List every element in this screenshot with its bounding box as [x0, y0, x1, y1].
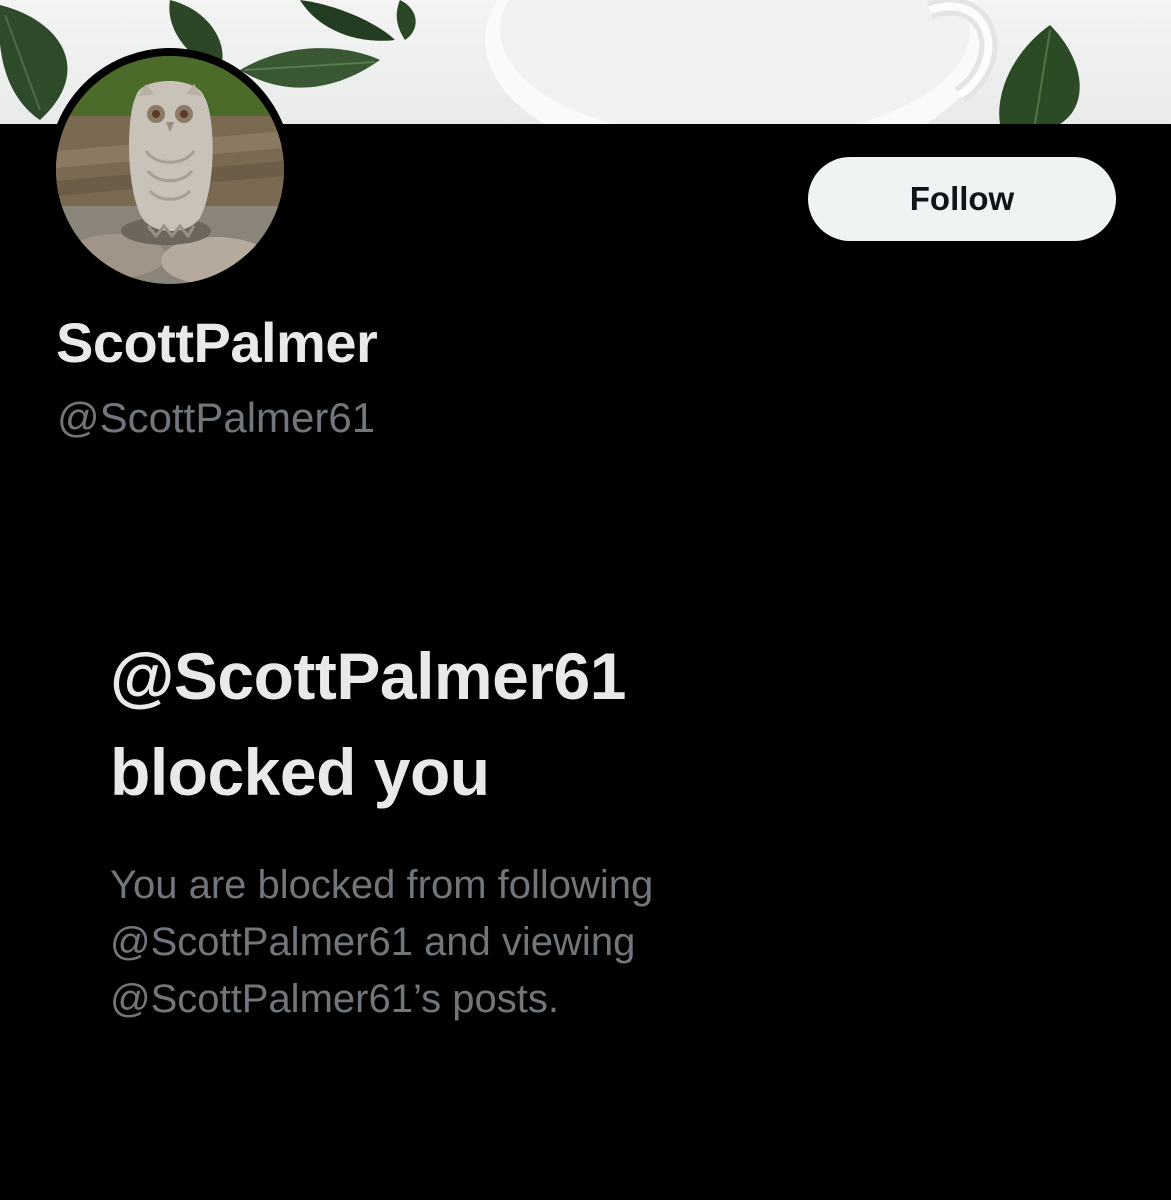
blocked-description-line: @ScottPalmer61’s posts.	[110, 977, 559, 1021]
blocked-description: You are blocked from following @ScottPal…	[110, 857, 1010, 1028]
blocked-description-line: @ScottPalmer61 and viewing	[110, 920, 636, 964]
profile-avatar[interactable]	[48, 48, 292, 292]
owl-statue-icon	[56, 56, 284, 284]
profile-handle: @ScottPalmer61	[57, 394, 376, 441]
blocked-title-line: @ScottPalmer61	[110, 639, 626, 713]
follow-button[interactable]: Follow	[808, 157, 1116, 241]
blocked-description-line: You are blocked from following	[110, 863, 654, 907]
blocked-title: @ScottPalmer61 blocked you	[110, 628, 1010, 820]
profile-display-name: ScottPalmer	[56, 311, 378, 374]
blocked-title-line: blocked you	[110, 735, 490, 809]
